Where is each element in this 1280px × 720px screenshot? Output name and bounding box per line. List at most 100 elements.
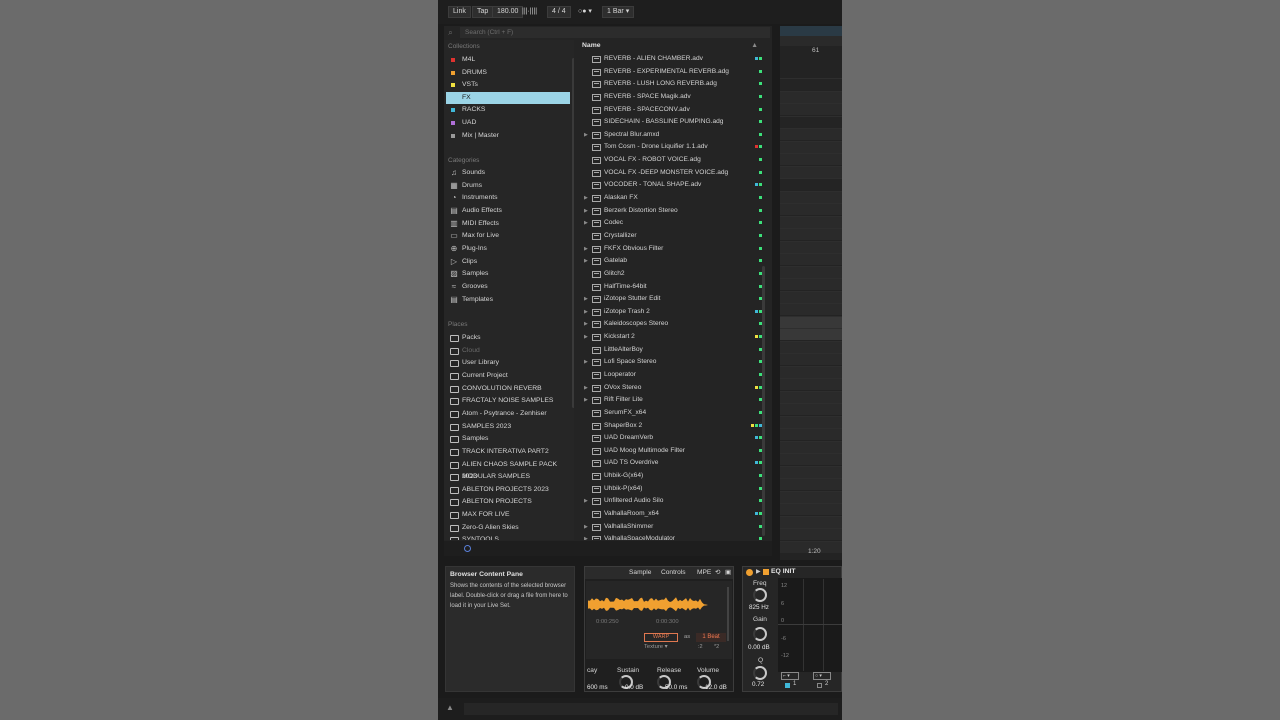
place-item-user-library[interactable]: User Library <box>446 357 570 369</box>
list-item[interactable]: ▶ iZotope Trash 2 <box>582 306 764 318</box>
tab-controls[interactable]: Controls <box>661 568 686 578</box>
place-item-fractaly-noise-samples[interactable]: FRACTALY NOISE SAMPLES <box>446 395 570 407</box>
loop-bar[interactable] <box>780 36 842 46</box>
sidebar-item-audio-effects[interactable]: ▤ Audio Effects <box>446 205 570 217</box>
list-item[interactable]: ▶ Kickstart 2 <box>582 331 764 343</box>
sidebar-item-templates[interactable]: ▤ Templates <box>446 294 570 306</box>
track-lane[interactable] <box>780 340 842 353</box>
sidebar-item-samples[interactable]: ▨ Samples <box>446 268 570 280</box>
sidebar-item-m4l[interactable]: M4L <box>446 54 570 66</box>
list-item[interactable]: ▶ Codec <box>582 217 764 229</box>
track-lane[interactable] <box>780 303 842 315</box>
track-lane[interactable] <box>780 415 842 428</box>
sidebar-item-midi-effects[interactable]: ▥ MIDI Effects <box>446 218 570 230</box>
save-icon[interactable]: ▣ <box>725 568 731 578</box>
status-icon[interactable]: ▲ <box>446 703 454 712</box>
list-item[interactable]: UAD DreamVerb <box>582 432 764 444</box>
warp-button[interactable]: WARP <box>644 633 678 642</box>
list-item[interactable]: HalfTime-64bit <box>582 281 764 293</box>
track-lane[interactable] <box>780 428 842 440</box>
expand-triangle-icon[interactable]: ▶ <box>584 205 588 217</box>
tap-button[interactable]: Tap <box>472 6 494 18</box>
expand-triangle-icon[interactable]: ▶ <box>584 356 588 368</box>
sidebar-item-instruments[interactable]: ◔ Instruments <box>446 192 570 204</box>
place-item-modular-samples[interactable]: MODULAR SAMPLES <box>446 471 570 483</box>
list-item[interactable]: Crystallizer <box>582 230 764 242</box>
texture-dropdown[interactable]: Texture ▾ <box>644 644 668 650</box>
list-item[interactable]: ▶ Spectral Blur.amxd <box>582 129 764 141</box>
track-lane[interactable] <box>780 253 842 265</box>
place-item-syntools[interactable]: SYNTOOLS <box>446 534 570 540</box>
track-lane[interactable] <box>780 165 842 178</box>
place-item-cloud[interactable]: Cloud <box>446 345 570 357</box>
track-lane[interactable] <box>780 453 842 465</box>
list-item[interactable]: ▶ FKFX Obvious Filter <box>582 243 764 255</box>
fold-icon[interactable] <box>763 569 769 575</box>
band2-toggle[interactable] <box>817 683 822 688</box>
track-lane[interactable] <box>780 503 842 515</box>
list-item[interactable]: ▶ ValhallaSpaceModulator <box>582 533 764 540</box>
list-item[interactable]: VOCAL FX - ROBOT VOICE.adg <box>582 154 764 166</box>
list-item[interactable]: SerumFX_x64 <box>582 407 764 419</box>
expand-triangle-icon[interactable]: ▶ <box>584 382 588 394</box>
track-lane[interactable] <box>780 315 842 328</box>
quantize-dropdown[interactable]: 1 Bar ▾ <box>602 6 635 18</box>
list-item[interactable]: REVERB - ALIEN CHAMBER.adv <box>582 53 764 65</box>
content-scrollbar[interactable] <box>762 266 765 536</box>
track-lane[interactable] <box>780 140 842 153</box>
list-item[interactable]: ShaperBox 2 <box>582 420 764 432</box>
list-item[interactable]: REVERB - EXPERIMENTAL REVERB.adg <box>582 66 764 78</box>
place-item-ableton-projects-2023[interactable]: ABLETON PROJECTS 2023 <box>446 484 570 496</box>
track-lane[interactable] <box>780 265 842 278</box>
list-item[interactable]: VOCAL FX -DEEP MONSTER VOICE.adg <box>582 167 764 179</box>
settings-icon[interactable]: ⟲ <box>715 568 721 578</box>
warp-beat-field[interactable]: 1 Beat <box>696 633 726 642</box>
place-item-current-project[interactable]: Current Project <box>446 370 570 382</box>
place-item-packs[interactable]: Packs <box>446 332 570 344</box>
track-lane[interactable] <box>780 128 842 140</box>
device-power-icon[interactable] <box>746 569 753 576</box>
list-item[interactable]: ValhallaRoom_x64 <box>582 508 764 520</box>
track-lane[interactable] <box>780 78 842 90</box>
track-lane[interactable] <box>780 103 842 115</box>
double-button[interactable]: *2 <box>714 644 719 650</box>
sidebar-item-plug-ins[interactable]: ⊕ Plug-Ins <box>446 243 570 255</box>
track-lane[interactable] <box>780 465 842 478</box>
place-item-samples[interactable]: Samples <box>446 433 570 445</box>
name-column-header[interactable]: Name ▲ <box>582 42 764 52</box>
track-lane[interactable] <box>780 190 842 203</box>
band1-toggle[interactable] <box>785 683 790 688</box>
track-lane[interactable] <box>780 440 842 453</box>
sidebar-item-drums[interactable]: ▦ Drums <box>446 180 570 192</box>
link-button[interactable]: Link <box>448 6 471 18</box>
list-item[interactable]: UAD TS Overdrive <box>582 457 764 469</box>
search-icon[interactable]: ⌕ <box>445 27 456 38</box>
gain-knob[interactable] <box>753 627 767 641</box>
track-lane[interactable] <box>780 278 842 290</box>
list-item[interactable]: ▶ Gatelab <box>582 255 764 267</box>
track-lane[interactable] <box>780 328 842 340</box>
list-item[interactable]: Glitch2 <box>582 268 764 280</box>
track-lane[interactable] <box>780 228 842 240</box>
sidebar-item-grooves[interactable]: ≈ Grooves <box>446 281 570 293</box>
half-button[interactable]: :2 <box>698 644 703 650</box>
list-item[interactable]: Looperator <box>582 369 764 381</box>
list-item[interactable]: Uhbik-G(x64) <box>582 470 764 482</box>
expand-triangle-icon[interactable]: ▶ <box>584 495 588 507</box>
track-lane[interactable] <box>780 515 842 528</box>
sidebar-item-uad[interactable]: UAD <box>446 117 570 129</box>
preview-icon[interactable] <box>464 545 471 552</box>
place-item-max-for-live[interactable]: MAX FOR LIVE <box>446 509 570 521</box>
sidebar-item-vsts[interactable]: VSTs <box>446 79 570 91</box>
track-lane[interactable] <box>780 115 842 128</box>
track-lane[interactable] <box>780 178 842 190</box>
list-item[interactable]: ▶ Alaskan FX <box>582 192 764 204</box>
list-item[interactable]: REVERB - SPACECONV.adv <box>582 104 764 116</box>
tab-sample[interactable]: Sample <box>629 568 651 578</box>
metronome-icon[interactable]: ○● ▾ <box>578 6 592 18</box>
q-knob[interactable] <box>753 666 767 680</box>
track-lane[interactable] <box>780 365 842 378</box>
freq-knob[interactable] <box>753 588 767 602</box>
expand-triangle-icon[interactable]: ▶ <box>584 331 588 343</box>
list-item[interactable]: ▶ ValhallaShimmer <box>582 521 764 533</box>
